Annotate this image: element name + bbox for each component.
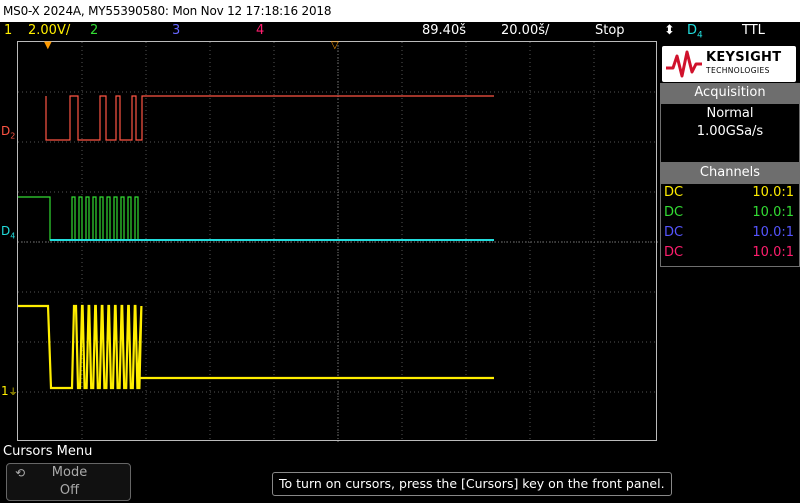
title-bar: MS0-X 2024A, MY55390580: Mon Nov 12 17:1…: [0, 0, 800, 22]
title-text: MS0-X 2024A, MY55390580: Mon Nov 12 17:1…: [3, 4, 332, 18]
channel-status-bar: 1 2.00V/ 2 3 4 89.40š 20.00š/ Stop ⬍ D4 …: [0, 22, 800, 41]
mode-value: Off: [59, 483, 80, 498]
cursors-menu-title: Cursors Menu: [3, 444, 93, 459]
sample-rate: 1.00GSa/s: [696, 124, 764, 139]
trigger-level[interactable]: TTL: [742, 22, 765, 40]
timebase-scale[interactable]: 20.00š/: [501, 22, 549, 40]
run-state[interactable]: Stop: [595, 22, 625, 40]
d2-trace: [45, 95, 494, 141]
waveform-display[interactable]: [17, 41, 658, 442]
acquisition-panel: Normal 1.00GSa/s: [660, 103, 800, 163]
trigger-source[interactable]: D4: [687, 22, 703, 45]
ch1-scale[interactable]: 2.00V/: [28, 22, 70, 40]
d4-trace-high: [18, 196, 142, 241]
mode-label: Mode: [51, 465, 88, 480]
trigger-position-icon: ▼: [44, 40, 52, 51]
d2-label: D2: [1, 124, 16, 141]
ch3-number[interactable]: 3: [172, 22, 180, 40]
logo-brand: KEYSIGHT: [706, 50, 782, 65]
trigger-edge-icon: ⬍: [664, 23, 675, 38]
ch1-trace: [18, 304, 494, 390]
d4-label: D4: [1, 224, 16, 241]
ch2-number[interactable]: 2: [90, 22, 98, 40]
channel-row-1[interactable]: DC 10.0:1: [664, 183, 794, 203]
channel-row-3[interactable]: DC 10.0:1: [664, 223, 794, 243]
ch1-ground-marker[interactable]: 1⏚: [1, 384, 18, 398]
channel-row-4[interactable]: DC 10.0:1: [664, 243, 794, 263]
cursor-mode-softkey[interactable]: ⟲ Mode Off: [6, 463, 131, 501]
acquisition-mode: Normal: [706, 106, 754, 121]
ch4-number[interactable]: 4: [256, 22, 264, 40]
ch1-number[interactable]: 1: [4, 22, 12, 40]
center-delay-icon: ▽: [331, 40, 339, 51]
keysight-wave-icon: [666, 50, 702, 78]
cursor-hint-message: To turn on cursors, press the [Cursors] …: [272, 472, 672, 496]
timebase-delay[interactable]: 89.40š: [422, 22, 466, 40]
channels-header[interactable]: Channels: [660, 163, 800, 183]
keysight-logo: KEYSIGHT TECHNOLOGIES: [662, 46, 796, 82]
channel-row-2[interactable]: DC 10.0:1: [664, 203, 794, 223]
acquisition-header[interactable]: Acquisition: [660, 83, 800, 103]
graticule: [18, 42, 658, 442]
logo-tagline: TECHNOLOGIES: [706, 66, 770, 75]
